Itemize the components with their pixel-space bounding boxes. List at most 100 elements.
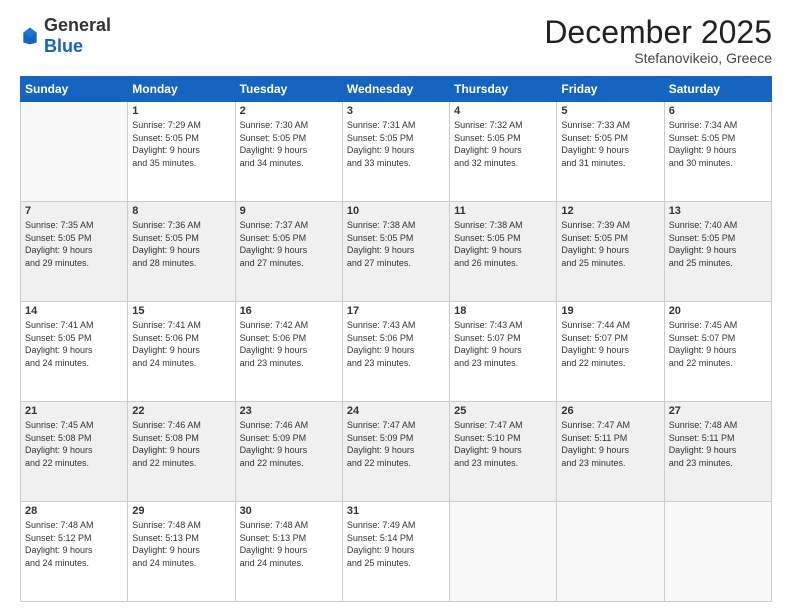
day-number: 20	[669, 305, 767, 317]
calendar-cell: 6 Sunrise: 7:34 AMSunset: 5:05 PMDaylight…	[664, 102, 771, 202]
day-number: 21	[25, 405, 123, 417]
day-info: Sunrise: 7:46 AMSunset: 5:08 PMDaylight:…	[132, 419, 230, 469]
day-number: 25	[454, 405, 552, 417]
calendar-cell	[21, 102, 128, 202]
logo: General Blue	[20, 15, 111, 57]
calendar-cell: 10 Sunrise: 7:38 AMSunset: 5:05 PMDayligh…	[342, 202, 449, 302]
day-header-wednesday: Wednesday	[342, 77, 449, 102]
calendar-cell: 29 Sunrise: 7:48 AMSunset: 5:13 PMDayligh…	[128, 502, 235, 602]
day-number: 10	[347, 205, 445, 217]
logo-general: General	[44, 15, 111, 35]
calendar-cell: 7 Sunrise: 7:35 AMSunset: 5:05 PMDaylight…	[21, 202, 128, 302]
day-header-sunday: Sunday	[21, 77, 128, 102]
day-info: Sunrise: 7:44 AMSunset: 5:07 PMDaylight:…	[561, 319, 659, 369]
day-number: 6	[669, 105, 767, 117]
day-info: Sunrise: 7:47 AMSunset: 5:09 PMDaylight:…	[347, 419, 445, 469]
day-info: Sunrise: 7:43 AMSunset: 5:07 PMDaylight:…	[454, 319, 552, 369]
day-info: Sunrise: 7:35 AMSunset: 5:05 PMDaylight:…	[25, 219, 123, 269]
day-number: 14	[25, 305, 123, 317]
day-number: 24	[347, 405, 445, 417]
calendar-cell: 3 Sunrise: 7:31 AMSunset: 5:05 PMDaylight…	[342, 102, 449, 202]
day-number: 27	[669, 405, 767, 417]
calendar-cell: 30 Sunrise: 7:48 AMSunset: 5:13 PMDayligh…	[235, 502, 342, 602]
calendar-cell: 4 Sunrise: 7:32 AMSunset: 5:05 PMDaylight…	[450, 102, 557, 202]
day-number: 1	[132, 105, 230, 117]
calendar-cell: 23 Sunrise: 7:46 AMSunset: 5:09 PMDayligh…	[235, 402, 342, 502]
day-number: 15	[132, 305, 230, 317]
day-info: Sunrise: 7:45 AMSunset: 5:07 PMDaylight:…	[669, 319, 767, 369]
calendar-cell: 31 Sunrise: 7:49 AMSunset: 5:14 PMDayligh…	[342, 502, 449, 602]
day-info: Sunrise: 7:48 AMSunset: 5:13 PMDaylight:…	[240, 519, 338, 569]
calendar-cell: 26 Sunrise: 7:47 AMSunset: 5:11 PMDayligh…	[557, 402, 664, 502]
day-info: Sunrise: 7:41 AMSunset: 5:06 PMDaylight:…	[132, 319, 230, 369]
page: General Blue December 2025 Stefanovikeio…	[0, 0, 792, 612]
calendar-cell: 18 Sunrise: 7:43 AMSunset: 5:07 PMDayligh…	[450, 302, 557, 402]
day-header-tuesday: Tuesday	[235, 77, 342, 102]
calendar-cell: 8 Sunrise: 7:36 AMSunset: 5:05 PMDaylight…	[128, 202, 235, 302]
title-block: December 2025 Stefanovikeio, Greece	[544, 15, 772, 66]
day-info: Sunrise: 7:45 AMSunset: 5:08 PMDaylight:…	[25, 419, 123, 469]
day-number: 31	[347, 505, 445, 517]
day-header-monday: Monday	[128, 77, 235, 102]
calendar-cell: 9Sunrise: 7:37 AMSunset: 5:05 PMDaylight…	[235, 202, 342, 302]
day-info: Sunrise: 7:47 AMSunset: 5:11 PMDaylight:…	[561, 419, 659, 469]
day-header-saturday: Saturday	[664, 77, 771, 102]
day-number: 3	[347, 105, 445, 117]
day-number: 26	[561, 405, 659, 417]
calendar-cell: 2 Sunrise: 7:30 AMSunset: 5:05 PMDaylight…	[235, 102, 342, 202]
calendar-cell: 5 Sunrise: 7:33 AMSunset: 5:05 PMDaylight…	[557, 102, 664, 202]
calendar-cell: 24 Sunrise: 7:47 AMSunset: 5:09 PMDayligh…	[342, 402, 449, 502]
day-info: Sunrise: 7:38 AMSunset: 5:05 PMDaylight:…	[347, 219, 445, 269]
day-number: 13	[669, 205, 767, 217]
calendar-cell: 20 Sunrise: 7:45 AMSunset: 5:07 PMDayligh…	[664, 302, 771, 402]
calendar-cell: 22 Sunrise: 7:46 AMSunset: 5:08 PMDayligh…	[128, 402, 235, 502]
day-info: Sunrise: 7:48 AMSunset: 5:12 PMDaylight:…	[25, 519, 123, 569]
day-number: 7	[25, 205, 123, 217]
calendar-cell: 19 Sunrise: 7:44 AMSunset: 5:07 PMDayligh…	[557, 302, 664, 402]
day-number: 18	[454, 305, 552, 317]
calendar-cell: 15 Sunrise: 7:41 AMSunset: 5:06 PMDayligh…	[128, 302, 235, 402]
day-number: 23	[240, 405, 338, 417]
day-header-thursday: Thursday	[450, 77, 557, 102]
day-info: Sunrise: 7:40 AMSunset: 5:05 PMDaylight:…	[669, 219, 767, 269]
location-subtitle: Stefanovikeio, Greece	[544, 50, 772, 66]
day-info: Sunrise: 7:46 AMSunset: 5:09 PMDaylight:…	[240, 419, 338, 469]
calendar-cell: 28 Sunrise: 7:48 AMSunset: 5:12 PMDayligh…	[21, 502, 128, 602]
day-number: 28	[25, 505, 123, 517]
header: General Blue December 2025 Stefanovikeio…	[20, 15, 772, 66]
day-number: 29	[132, 505, 230, 517]
day-info: Sunrise: 7:37 AMSunset: 5:05 PMDaylight:…	[240, 219, 338, 269]
day-number: 19	[561, 305, 659, 317]
day-number: 12	[561, 205, 659, 217]
day-number: 30	[240, 505, 338, 517]
day-info: Sunrise: 7:30 AMSunset: 5:05 PMDaylight:…	[240, 119, 338, 169]
calendar-cell: 1Sunrise: 7:29 AMSunset: 5:05 PMDaylight…	[128, 102, 235, 202]
day-info: Sunrise: 7:47 AMSunset: 5:10 PMDaylight:…	[454, 419, 552, 469]
day-info: Sunrise: 7:32 AMSunset: 5:05 PMDaylight:…	[454, 119, 552, 169]
day-info: Sunrise: 7:42 AMSunset: 5:06 PMDaylight:…	[240, 319, 338, 369]
day-number: 17	[347, 305, 445, 317]
calendar-cell: 27Sunrise: 7:48 AMSunset: 5:11 PMDayligh…	[664, 402, 771, 502]
logo-icon	[20, 26, 40, 46]
day-info: Sunrise: 7:34 AMSunset: 5:05 PMDaylight:…	[669, 119, 767, 169]
day-info: Sunrise: 7:48 AMSunset: 5:13 PMDaylight:…	[132, 519, 230, 569]
day-number: 4	[454, 105, 552, 117]
day-number: 8	[132, 205, 230, 217]
day-info: Sunrise: 7:38 AMSunset: 5:05 PMDaylight:…	[454, 219, 552, 269]
calendar-cell: 14Sunrise: 7:41 AMSunset: 5:05 PMDayligh…	[21, 302, 128, 402]
calendar-cell	[557, 502, 664, 602]
logo-blue: Blue	[44, 36, 83, 56]
month-title: December 2025	[544, 15, 772, 50]
day-info: Sunrise: 7:31 AMSunset: 5:05 PMDaylight:…	[347, 119, 445, 169]
calendar-cell: 17Sunrise: 7:43 AMSunset: 5:06 PMDayligh…	[342, 302, 449, 402]
day-info: Sunrise: 7:36 AMSunset: 5:05 PMDaylight:…	[132, 219, 230, 269]
calendar-cell: 13 Sunrise: 7:40 AMSunset: 5:05 PMDayligh…	[664, 202, 771, 302]
day-info: Sunrise: 7:49 AMSunset: 5:14 PMDaylight:…	[347, 519, 445, 569]
day-number: 2	[240, 105, 338, 117]
calendar-cell: 16Sunrise: 7:42 AMSunset: 5:06 PMDayligh…	[235, 302, 342, 402]
day-info: Sunrise: 7:33 AMSunset: 5:05 PMDaylight:…	[561, 119, 659, 169]
day-number: 5	[561, 105, 659, 117]
calendar-cell: 25 Sunrise: 7:47 AMSunset: 5:10 PMDayligh…	[450, 402, 557, 502]
calendar-cell	[450, 502, 557, 602]
day-number: 22	[132, 405, 230, 417]
